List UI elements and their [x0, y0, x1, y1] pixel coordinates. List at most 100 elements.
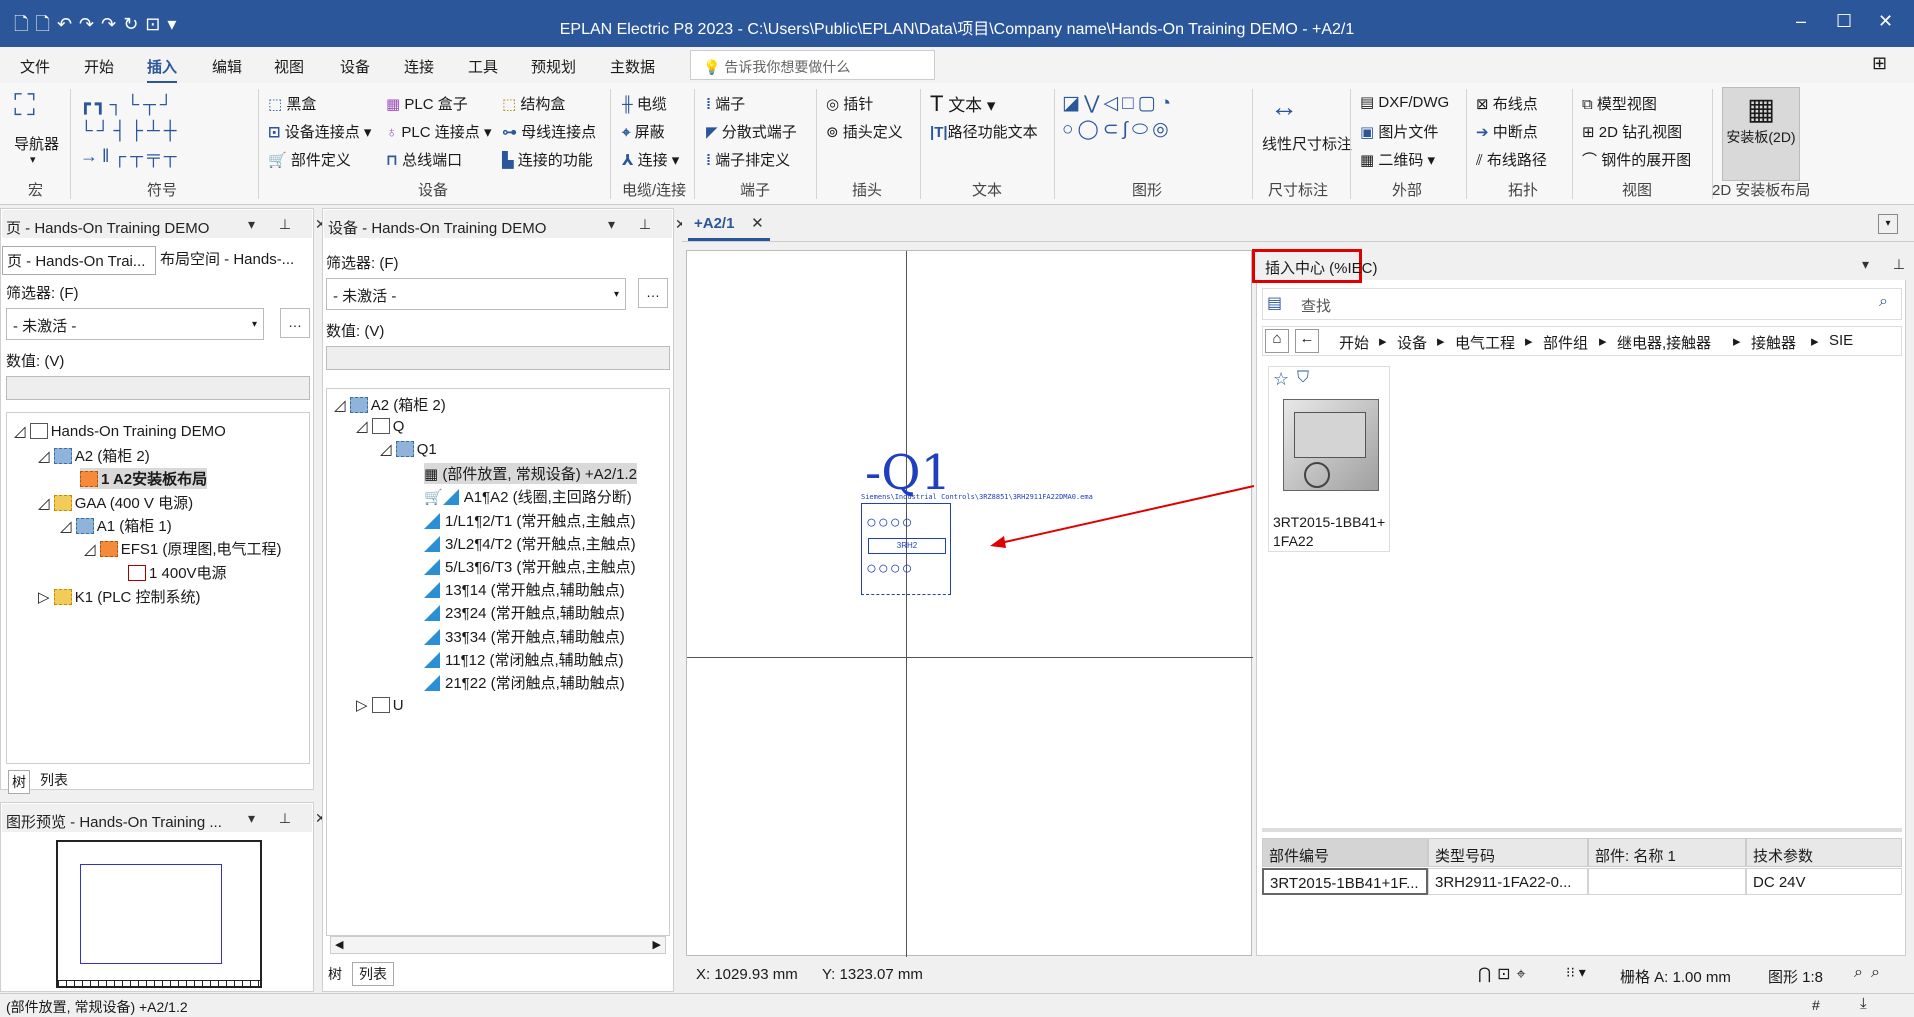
table-cell[interactable] — [1588, 868, 1746, 895]
qr-code-button[interactable]: ▦ 二维码 ▾ — [1360, 149, 1435, 170]
horizontal-scrollbar[interactable]: ◀ ▶ — [330, 936, 666, 954]
tab-layout-space[interactable]: 布局空间 - Hands-... — [160, 248, 310, 269]
path-function-text-button[interactable]: |T|路径功能文本 — [930, 121, 1038, 142]
plug-definition-button[interactable]: ⊚ 插头定义 — [826, 121, 903, 142]
breadcrumb-part-group[interactable]: 部件组 — [1543, 332, 1588, 353]
table-cell[interactable]: DC 24V — [1746, 868, 1902, 895]
tab-a2-1[interactable]: +A2/1 ✕ — [688, 214, 770, 241]
structure-box-button[interactable]: ⬚ 结构盒 — [502, 93, 565, 114]
tab-tree[interactable]: 树 — [8, 770, 30, 794]
search-icon[interactable]: ⌕ — [1879, 293, 1888, 311]
menu-file[interactable]: 文件 — [20, 56, 50, 77]
pin-button[interactable]: ◎ 插针 — [826, 93, 873, 114]
tree-item-a2[interactable]: ◿ A2 (箱柜 2) — [334, 394, 446, 415]
panel-controls[interactable]: ▾ ⊥ — [1862, 256, 1914, 273]
chevron-down-icon[interactable]: ▾ — [30, 153, 36, 166]
ribbon-options-icon[interactable]: ⊞ — [1872, 53, 1887, 74]
tree-item-k1[interactable]: ▷ K1 (PLC 控制系统) — [38, 586, 201, 607]
tree-item-contact-3[interactable]: 5/L3¶6/T3 (常开触点,主触点) — [424, 556, 636, 577]
back-icon[interactable]: ← — [1295, 329, 1319, 353]
search-bar[interactable]: ▤ 查找 ⌕ — [1262, 288, 1902, 320]
col-part-name[interactable]: 部件: 名称 1 — [1588, 838, 1746, 867]
splitter[interactable] — [1262, 828, 1902, 832]
distributed-terminal-button[interactable]: ◤ 分散式端子 — [706, 121, 797, 142]
breadcrumb-relay[interactable]: 继电器,接触器 — [1617, 332, 1711, 353]
menu-start[interactable]: 开始 — [84, 56, 114, 77]
menu-insert[interactable]: 插入 — [147, 56, 178, 83]
mounting-panel-button[interactable]: ▦ 安装板(2D) — [1722, 87, 1800, 181]
break-point-button[interactable]: ➔ 中断点 — [1476, 121, 1538, 142]
tree-item-400v[interactable]: 1 400V电源 — [128, 562, 227, 583]
col-part-number[interactable]: 部件编号 — [1262, 838, 1428, 867]
shield-button[interactable]: ⌖ 屏蔽 — [622, 121, 665, 142]
tree-item-efs1[interactable]: ◿ EFS1 (原理图,电气工程) — [84, 538, 282, 559]
menu-edit[interactable]: 编辑 — [212, 56, 242, 77]
image-file-button[interactable]: ▣ 图片文件 — [1360, 121, 1438, 142]
blackbox-button[interactable]: ⬚ 黑盒 — [268, 93, 316, 114]
search-input[interactable]: 查找 — [1301, 295, 1331, 316]
contactor-symbol[interactable]: ○○○○ 3RH2 ○○○○ — [861, 503, 951, 595]
menu-connect[interactable]: 连接 — [404, 56, 434, 77]
linear-dimension-icon[interactable]: ↔ — [1270, 91, 1298, 123]
breadcrumb-device[interactable]: 设备 — [1397, 332, 1427, 353]
linear-dimension-button[interactable]: 线性尺寸标注 — [1262, 133, 1352, 154]
snap-toggles[interactable]: ⋂⊡⌖ — [1478, 964, 1532, 984]
tree-item-u[interactable]: ▷ U — [356, 696, 404, 714]
graphics-gallery[interactable]: ◪⋁◁□▢◔ ○◯⊂∫⬭◎ — [1062, 91, 1232, 145]
filter-select[interactable]: - 未激活 - ▾ — [6, 308, 264, 340]
navigator-icon[interactable]: ⛶ — [14, 89, 35, 123]
tree-item-project[interactable]: ◿ Hands-On Training DEMO — [14, 422, 226, 440]
tree-item-q[interactable]: ◿ Q — [356, 417, 404, 435]
breadcrumb-sie[interactable]: SIE — [1829, 332, 1853, 349]
maximize-button[interactable]: ☐ — [1836, 11, 1852, 32]
menu-view[interactable]: 视图 — [274, 56, 304, 77]
tree-item-contact-1[interactable]: 1/L1¶2/T1 (常开触点,主触点) — [424, 510, 636, 531]
home-icon[interactable]: ⌂ — [1265, 329, 1289, 353]
tab-pages[interactable]: 页 - Hands-On Trai... — [2, 246, 156, 275]
symbol-gallery[interactable]: ┏┓┐└┬┘ └┘┤├┴┼ →‖┌┬╤┬ — [80, 91, 246, 169]
breadcrumb-start[interactable]: 开始 — [1339, 332, 1369, 353]
col-type-number[interactable]: 类型号码 — [1428, 838, 1588, 867]
tree-item-a1[interactable]: ◿ A1 (箱柜 1) — [60, 515, 172, 536]
value-field[interactable] — [326, 346, 670, 370]
route-button[interactable]: ⫽ 布线路径 — [1476, 149, 1547, 170]
preview-canvas[interactable] — [56, 840, 262, 988]
minimize-button[interactable]: – — [1796, 11, 1806, 32]
drill-view-button[interactable]: ⊞ 2D 钻孔视图 — [1582, 121, 1682, 142]
close-icon[interactable]: ✕ — [751, 215, 764, 232]
tab-list[interactable]: 列表 — [352, 962, 394, 986]
part-definition-button[interactable]: 🛒 部件定义 — [268, 149, 351, 170]
tree-item-contact-5[interactable]: 23¶24 (常开触点,辅助触点) — [424, 602, 625, 623]
part-tile[interactable]: ☆ ⛉ 3RT2015-1BB41+1FA22 — [1268, 366, 1390, 552]
zoom-icons[interactable]: ⌕⌕ — [1854, 964, 1888, 982]
download-icon[interactable]: ⤓ — [1860, 995, 1867, 1012]
plc-connection-button[interactable]: ♁ PLC 连接点 ▾ — [386, 121, 491, 142]
filter-select[interactable]: - 未激活 - ▾ — [326, 278, 626, 310]
table-cell[interactable]: 3RH2911-1FA22-0... — [1428, 868, 1588, 895]
plc-box-button[interactable]: ▦ PLC 盒子 — [386, 93, 468, 114]
wire-point-button[interactable]: ⊠ 布线点 — [1476, 93, 1538, 114]
navigator-button[interactable]: 导航器 — [14, 133, 59, 154]
filter-icon[interactable]: ▤ — [1267, 293, 1282, 313]
tree-item-contact-7[interactable]: 11¶12 (常闭触点,辅助触点) — [424, 649, 624, 670]
menu-tools[interactable]: 工具 — [468, 56, 498, 77]
tree-item-contact-6[interactable]: 33¶34 (常开触点,辅助触点) — [424, 626, 625, 647]
filter-more-button[interactable]: … — [280, 308, 310, 338]
tree-item-a2-layout[interactable]: 1 A2安装板布局 — [80, 468, 208, 489]
breadcrumb-contactor[interactable]: 接触器 — [1751, 332, 1796, 353]
value-field[interactable] — [6, 376, 310, 400]
drawing-canvas[interactable]: -Q1 Siemens\Industrial Controls\3RZ8851\… — [686, 250, 1253, 957]
model-view-button[interactable]: ⧉ 模型视图 — [1582, 93, 1657, 114]
tell-me-search[interactable]: 💡 告诉我你想要做什么 — [690, 50, 935, 80]
close-button[interactable]: ✕ — [1878, 11, 1893, 32]
tab-tree[interactable]: 树 — [328, 964, 342, 984]
menu-preplan[interactable]: 预规划 — [531, 56, 576, 77]
tab-list[interactable]: 列表 — [40, 770, 68, 790]
menu-master-data[interactable]: 主数据 — [610, 56, 655, 77]
menu-device[interactable]: 设备 — [340, 56, 370, 77]
tree-item-contact-4[interactable]: 13¶14 (常开触点,辅助触点) — [424, 579, 625, 600]
tree-item-contact-2[interactable]: 3/L2¶4/T2 (常开触点,主触点) — [424, 533, 636, 554]
device-connection-button[interactable]: ⊡ 设备连接点 ▾ — [268, 121, 371, 142]
cable-button[interactable]: ╫ 电缆 — [622, 93, 667, 114]
tree-item-a2[interactable]: ◿ A2 (箱柜 2) — [38, 445, 150, 466]
